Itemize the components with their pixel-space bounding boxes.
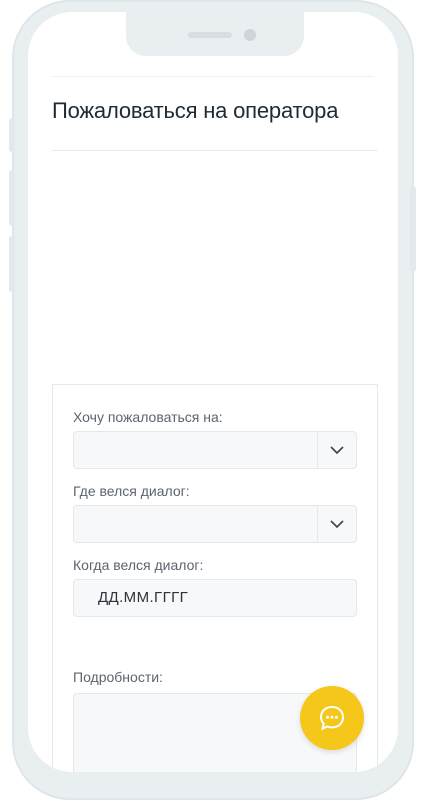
phone-side-button <box>9 118 15 152</box>
chevron-down-icon <box>330 446 344 455</box>
select-divider <box>317 432 318 468</box>
speaker-grille <box>188 32 232 38</box>
phone-side-button <box>410 186 416 272</box>
select-divider <box>317 506 318 542</box>
camera-icon <box>244 29 256 41</box>
dialog-place-label: Где велся диалог: <box>73 483 190 499</box>
chevron-down-icon <box>330 520 344 529</box>
title-divider <box>52 150 378 151</box>
page-title: Пожаловаться на оператора <box>52 98 339 123</box>
chat-button[interactable] <box>300 686 364 750</box>
complaint-target-select[interactable] <box>73 431 357 469</box>
dialog-place-select[interactable] <box>73 505 357 543</box>
dialog-date-label: Когда велся диалог: <box>73 557 204 573</box>
phone-notch <box>126 12 304 56</box>
complaint-target-label: Хочу пожаловаться на: <box>73 409 223 425</box>
phone-side-button <box>9 170 15 226</box>
phone-screen: Пожаловаться на оператора Хочу пожаловат… <box>28 12 398 772</box>
chat-bubble-icon <box>319 705 345 731</box>
phone-side-button <box>9 236 15 292</box>
header-divider <box>52 76 374 77</box>
details-label: Подробности: <box>73 669 163 685</box>
dialog-date-input[interactable]: ДД.ММ.ГГГГ <box>73 579 357 617</box>
